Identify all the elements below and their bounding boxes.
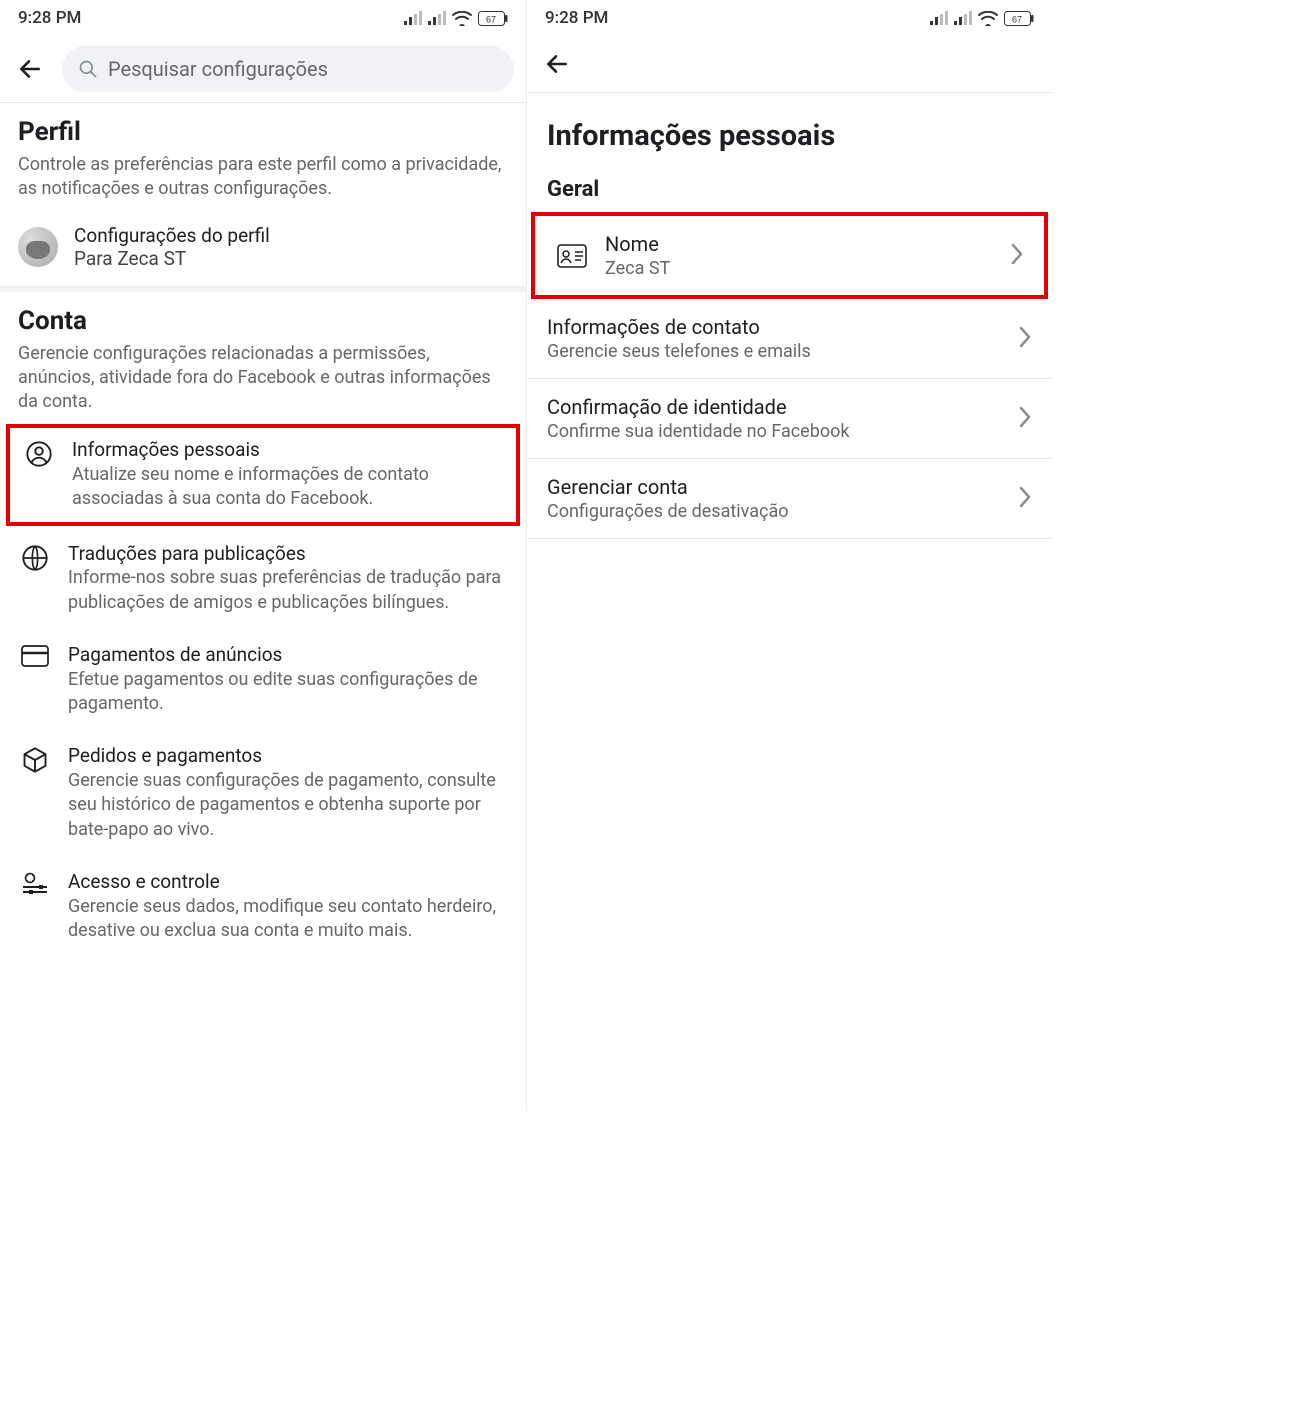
pedidos-pagamentos-item[interactable]: Pedidos e pagamentos Gerencie suas confi… bbox=[0, 730, 526, 856]
wifi-icon bbox=[452, 11, 472, 26]
row-title: Gerenciar conta bbox=[547, 475, 1002, 499]
list-item-title: Traduções para publicações bbox=[68, 542, 508, 567]
battery-icon: 67 bbox=[1004, 11, 1034, 26]
contato-row[interactable]: Informações de contato Gerencie seus tel… bbox=[527, 299, 1052, 379]
row-sub: Confirme sua identidade no Facebook bbox=[547, 421, 1002, 442]
chevron-right-icon bbox=[1010, 243, 1024, 269]
signal-icon-1 bbox=[930, 11, 948, 25]
id-card-icon bbox=[555, 244, 589, 268]
globe-icon bbox=[18, 542, 52, 572]
settings-sliders-icon bbox=[18, 870, 52, 896]
list-item-desc: Informe-nos sobre suas preferências de t… bbox=[68, 566, 508, 615]
personal-info-pane: 9:28 PM 67 Informações pessoais Geral No… bbox=[526, 0, 1052, 1111]
search-icon bbox=[78, 59, 98, 79]
profile-settings-sub: Para Zeca ST bbox=[74, 247, 270, 270]
list-item-title: Acesso e controle bbox=[68, 870, 508, 895]
status-icons: 67 bbox=[930, 11, 1034, 26]
acesso-controle-item[interactable]: Acesso e controle Gerencie seus dados, m… bbox=[0, 856, 526, 957]
informacoes-pessoais-item[interactable]: Informações pessoais Atualize seu nome e… bbox=[6, 424, 520, 525]
list-item-title: Informações pessoais bbox=[72, 438, 504, 463]
nome-row[interactable]: Nome Zeca ST bbox=[531, 212, 1048, 299]
row-title: Nome bbox=[605, 232, 994, 256]
list-item-title: Pedidos e pagamentos bbox=[68, 744, 508, 769]
signal-icon-1 bbox=[404, 11, 422, 25]
list-item-desc: Gerencie suas configurações de pagamento… bbox=[68, 769, 508, 842]
svg-text:67: 67 bbox=[486, 14, 496, 24]
settings-pane: 9:28 PM 67 Pesquisar configurações Perfi… bbox=[0, 0, 526, 1111]
row-title: Informações de contato bbox=[547, 315, 1002, 339]
pagamentos-anuncios-item[interactable]: Pagamentos de anúncios Efetue pagamentos… bbox=[0, 629, 526, 730]
battery-icon: 67 bbox=[478, 11, 508, 26]
status-time: 9:28 PM bbox=[18, 8, 81, 28]
list-item-title: Pagamentos de anúncios bbox=[68, 643, 508, 668]
back-button[interactable] bbox=[539, 46, 575, 82]
avatar bbox=[18, 227, 58, 267]
row-sub: Gerencie seus telefones e emails bbox=[547, 341, 1002, 362]
row-sub: Zeca ST bbox=[605, 258, 994, 279]
perfil-section-header: Perfil Controle as preferências para est… bbox=[0, 103, 526, 210]
search-placeholder: Pesquisar configurações bbox=[108, 57, 328, 81]
search-input[interactable]: Pesquisar configurações bbox=[62, 46, 514, 92]
arrow-left-icon bbox=[17, 56, 43, 82]
back-button[interactable] bbox=[12, 51, 48, 87]
geral-subhead: Geral bbox=[527, 171, 1052, 212]
arrow-left-icon bbox=[544, 51, 570, 77]
person-icon bbox=[22, 438, 56, 468]
card-icon bbox=[18, 643, 52, 667]
top-bar bbox=[527, 36, 1052, 93]
status-time: 9:28 PM bbox=[545, 8, 608, 28]
list-item-desc: Gerencie seus dados, modifique seu conta… bbox=[68, 895, 508, 944]
identidade-row[interactable]: Confirmação de identidade Confirme sua i… bbox=[527, 379, 1052, 459]
row-sub: Configurações de desativação bbox=[547, 501, 1002, 522]
chevron-right-icon bbox=[1018, 486, 1032, 512]
gerenciar-conta-row[interactable]: Gerenciar conta Configurações de desativ… bbox=[527, 459, 1052, 539]
page-title: Informações pessoais bbox=[527, 93, 1052, 171]
status-bar: 9:28 PM 67 bbox=[0, 0, 526, 36]
perfil-heading: Perfil bbox=[18, 117, 508, 147]
conta-desc: Gerencie configurações relacionadas a pe… bbox=[18, 342, 508, 415]
traducoes-item[interactable]: Traduções para publicações Informe-nos s… bbox=[0, 528, 526, 629]
status-bar: 9:28 PM 67 bbox=[527, 0, 1052, 36]
chevron-right-icon bbox=[1018, 326, 1032, 352]
chevron-right-icon bbox=[1018, 406, 1032, 432]
row-title: Confirmação de identidade bbox=[547, 395, 1002, 419]
profile-settings-item[interactable]: Configurações do perfil Para Zeca ST bbox=[0, 210, 526, 292]
perfil-desc: Controle as preferências para este perfi… bbox=[18, 153, 508, 202]
signal-icon-2 bbox=[954, 11, 972, 25]
profile-settings-title: Configurações do perfil bbox=[74, 224, 270, 247]
svg-text:67: 67 bbox=[1012, 14, 1022, 24]
top-bar: Pesquisar configurações bbox=[0, 36, 526, 103]
wifi-icon bbox=[978, 11, 998, 26]
list-item-desc: Efetue pagamentos ou edite suas configur… bbox=[68, 668, 508, 717]
status-icons: 67 bbox=[404, 11, 508, 26]
list-item-desc: Atualize seu nome e informações de conta… bbox=[72, 463, 504, 512]
box-icon bbox=[18, 744, 52, 774]
conta-section-header: Conta Gerencie configurações relacionada… bbox=[0, 292, 526, 423]
signal-icon-2 bbox=[428, 11, 446, 25]
conta-heading: Conta bbox=[18, 306, 508, 336]
